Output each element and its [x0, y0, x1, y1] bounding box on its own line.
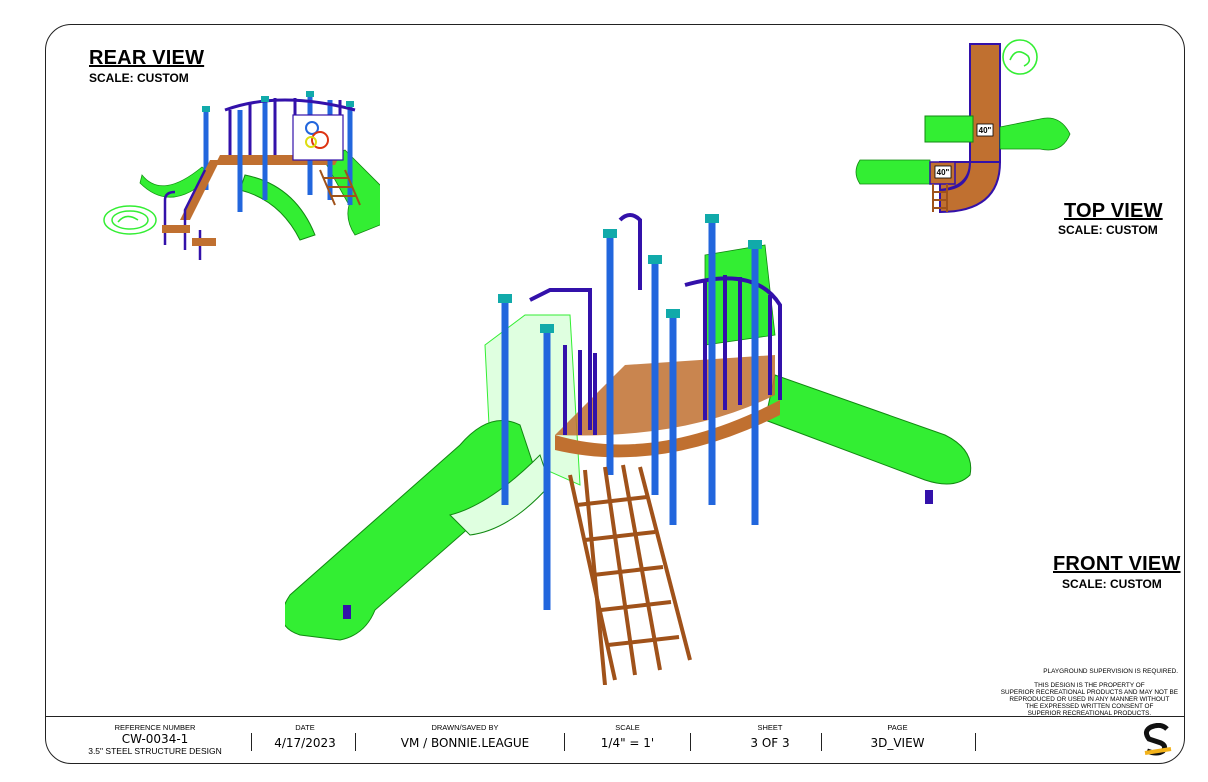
top-view-drawing: 40" 40"	[855, 39, 1071, 214]
drawn-header: DRAWN/SAVED BY	[431, 723, 499, 732]
ground-logo-icon	[103, 205, 157, 235]
rear-view-title: REAR VIEW	[89, 47, 205, 69]
reference-cell: REFERENCE NUMBER CW-0034-1 3.5" STEEL ST…	[65, 717, 245, 763]
drawn-value: VM / BONNIE.LEAGUE	[400, 736, 530, 750]
top-deck-a-label: 40"	[979, 126, 992, 135]
top-left-slide	[855, 159, 931, 185]
drawn-cell: DRAWN/SAVED BY VM / BONNIE.LEAGUE	[365, 717, 565, 763]
top-view-scale: SCALE: CUSTOM	[1058, 223, 1158, 237]
top-view-title: TOP VIEW	[1064, 200, 1163, 222]
front-view-scale: SCALE: CUSTOM	[1062, 577, 1162, 591]
property-line: THE EXPRESSED WRITTEN CONSENT OF	[1025, 703, 1154, 710]
page-header: PAGE	[887, 723, 908, 732]
rear-view-scale: SCALE: CUSTOM	[89, 71, 189, 85]
sheet-cell: SHEET 3 OF 3	[695, 717, 845, 763]
date-header: DATE	[295, 723, 315, 732]
date-value: 4/17/2023	[274, 736, 336, 750]
top-logo-icon	[1002, 39, 1038, 75]
top-bridge	[924, 115, 974, 143]
property-line: THIS DESIGN IS THE PROPERTY OF	[1034, 682, 1145, 689]
front-left-slide	[285, 420, 536, 641]
property-notice: THIS DESIGN IS THE PROPERTY OF SUPERIOR …	[1001, 682, 1178, 717]
scale-cell: SCALE 1/4" = 1'	[565, 717, 690, 763]
front-view-drawing	[285, 213, 972, 685]
title-block: REFERENCE NUMBER CW-0034-1 3.5" STEEL ST…	[45, 716, 1185, 764]
scale-value: 1/4" = 1'	[600, 736, 655, 750]
top-walkway	[969, 43, 1001, 163]
reference-header: REFERENCE NUMBER	[114, 723, 196, 732]
rear-panel	[292, 114, 344, 161]
supervision-note: PLAYGROUND SUPERVISION IS REQUIRED.	[1043, 668, 1178, 675]
front-view-title: FRONT VIEW	[1053, 553, 1181, 575]
sheet-value: 3 OF 3	[750, 736, 790, 750]
sheet-header: SHEET	[757, 723, 783, 732]
property-line: REPRODUCED OR USED IN ANY MANNER WITHOUT	[1009, 696, 1170, 703]
reference-description: 3.5" STEEL STRUCTURE DESIGN	[88, 746, 222, 756]
page-cell: PAGE 3D_VIEW	[825, 717, 970, 763]
date-cell: DATE 4/17/2023	[255, 717, 355, 763]
property-line: SUPERIOR RECREATIONAL PRODUCTS AND MAY N…	[1000, 689, 1178, 696]
top-right-slide	[999, 117, 1071, 151]
front-right-slide	[764, 374, 972, 485]
scale-header: SCALE	[615, 723, 640, 732]
company-logo-icon	[1143, 723, 1172, 756]
top-deck-b-label: 40"	[937, 168, 950, 177]
drawing-sheet: REAR VIEW SCALE: CUSTOM TOP VIEW SCALE: …	[0, 0, 1208, 782]
page-value: 3D_VIEW	[870, 736, 925, 750]
reference-number: CW-0034-1	[121, 732, 189, 746]
